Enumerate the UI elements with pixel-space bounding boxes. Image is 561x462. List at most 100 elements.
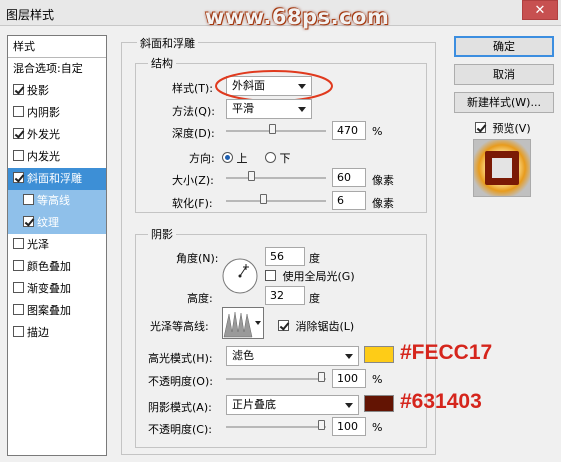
window-title: 图层样式 (6, 8, 55, 22)
highlight-color-swatch[interactable] (364, 346, 394, 363)
shadow-color-annotation: #631403 (400, 390, 482, 413)
anti-alias-checkbox[interactable] (278, 320, 289, 331)
altitude-unit: 度 (309, 292, 320, 305)
gloss-contour-label: 光泽等高线: (150, 320, 209, 333)
chevron-down-icon (345, 354, 353, 359)
direction-label: 方向: (189, 152, 215, 165)
style-item-label: 描边 (27, 326, 49, 339)
styles-list-item[interactable]: 混合选项:自定 (8, 58, 106, 80)
highlight-opacity-track (226, 378, 326, 380)
style-item-label: 混合选项:自定 (13, 62, 83, 75)
direction-up-option[interactable]: 上 (222, 150, 248, 166)
styles-list-item[interactable]: 纹理 (8, 212, 106, 234)
soften-slider-track (226, 200, 326, 202)
shadow-opacity-input[interactable]: 100 (332, 417, 366, 436)
shadow-opacity-slider[interactable] (226, 420, 326, 430)
styles-list-item[interactable]: 图案叠加 (8, 300, 106, 322)
style-checkbox[interactable] (13, 260, 24, 271)
close-button[interactable]: ✕ (522, 0, 558, 20)
style-item-label: 外发光 (27, 128, 60, 141)
size-slider-thumb[interactable] (248, 171, 255, 181)
styles-list: 样式 混合选项:自定 投影 内阴影 外发光 内发光 斜面和浮雕 等高线 纹理 光泽 颜色叠加 渐变叠… (7, 35, 107, 456)
highlight-opacity-input[interactable]: 100 (332, 369, 366, 388)
style-label: 样式(T): (172, 82, 214, 95)
global-light-checkbox[interactable] (265, 270, 276, 281)
styles-list-item[interactable]: 等高线 (8, 190, 106, 212)
highlight-opacity-unit: % (372, 373, 383, 386)
anti-alias-option[interactable]: 消除锯齿(L) (278, 318, 354, 334)
styles-list-item[interactable]: 渐变叠加 (8, 278, 106, 300)
size-slider-track (226, 177, 326, 179)
global-light-option[interactable]: 使用全局光(G) (265, 268, 355, 284)
technique-select-value: 平滑 (232, 102, 254, 115)
styles-list-item[interactable]: 内阴影 (8, 102, 106, 124)
angle-unit: 度 (309, 252, 320, 265)
highlight-mode-select[interactable]: 滤色 (226, 346, 359, 366)
style-checkbox[interactable] (13, 106, 24, 117)
style-item-label: 图案叠加 (27, 304, 71, 317)
ok-button[interactable]: 确定 (454, 36, 554, 57)
soften-slider[interactable] (226, 194, 326, 204)
soften-slider-thumb[interactable] (260, 194, 267, 204)
styles-list-item[interactable]: 外发光 (8, 124, 106, 146)
gloss-contour-picker[interactable] (222, 307, 264, 339)
shadow-mode-label: 阴影模式(A): (148, 401, 212, 414)
style-checkbox[interactable] (13, 172, 24, 183)
chevron-down-icon (345, 403, 353, 408)
preview-checkbox[interactable] (475, 122, 486, 133)
contour-preview-icon (223, 308, 253, 338)
direction-down-radio[interactable] (265, 152, 276, 163)
style-checkbox[interactable] (13, 128, 24, 139)
soften-unit: 像素 (372, 197, 394, 210)
styles-list-item[interactable]: 光泽 (8, 234, 106, 256)
style-checkbox[interactable] (13, 150, 24, 161)
depth-unit: % (372, 125, 383, 138)
direction-up-label: 上 (236, 152, 248, 165)
direction-down-option[interactable]: 下 (265, 150, 291, 166)
shading-group (135, 234, 427, 448)
altitude-label: 高度: (187, 292, 213, 305)
style-checkbox[interactable] (13, 326, 24, 337)
shadow-opacity-track (226, 426, 326, 428)
depth-slider[interactable] (226, 124, 326, 134)
size-slider[interactable] (226, 171, 326, 181)
cancel-button[interactable]: 取消 (454, 64, 554, 85)
soften-input[interactable]: 6 (332, 191, 366, 210)
style-checkbox[interactable] (13, 304, 24, 315)
size-input[interactable]: 60 (332, 168, 366, 187)
depth-slider-track (226, 130, 326, 132)
style-checkbox[interactable] (13, 238, 24, 249)
styles-list-item[interactable]: 斜面和浮雕 (8, 168, 106, 190)
shadow-opacity-thumb[interactable] (318, 420, 325, 430)
styles-list-item[interactable]: 内发光 (8, 146, 106, 168)
angle-input[interactable]: 56 (265, 247, 305, 266)
preview-option[interactable]: 预览(V) (475, 120, 531, 136)
styles-list-item[interactable]: 颜色叠加 (8, 256, 106, 278)
style-item-label: 斜面和浮雕 (27, 172, 82, 185)
technique-select[interactable]: 平滑 (226, 99, 312, 119)
angle-dial[interactable] (221, 257, 259, 295)
styles-list-item[interactable]: 描边 (8, 322, 106, 344)
styles-list-item[interactable]: 投影 (8, 80, 106, 102)
shadow-color-swatch[interactable] (364, 395, 394, 412)
highlight-mode-value: 滤色 (232, 349, 254, 362)
bevel-emboss-title: 斜面和浮雕 (137, 35, 198, 51)
style-checkbox[interactable] (23, 194, 34, 205)
new-style-button[interactable]: 新建样式(W)... (454, 92, 554, 113)
style-checkbox[interactable] (13, 84, 24, 95)
size-unit: 像素 (372, 174, 394, 187)
depth-slider-thumb[interactable] (269, 124, 276, 134)
shadow-mode-select[interactable]: 正片叠底 (226, 395, 359, 415)
depth-input[interactable]: 470 (332, 121, 366, 140)
style-checkbox[interactable] (23, 216, 34, 227)
style-checkbox[interactable] (13, 282, 24, 293)
highlight-opacity-thumb[interactable] (318, 372, 325, 382)
watermark: www.68ps.com (205, 5, 390, 29)
style-item-label: 内发光 (27, 150, 60, 163)
altitude-input[interactable]: 32 (265, 286, 305, 305)
style-item-label: 等高线 (37, 194, 70, 207)
shadow-opacity-unit: % (372, 421, 383, 434)
highlight-opacity-slider[interactable] (226, 372, 326, 382)
direction-up-radio[interactable] (222, 152, 233, 163)
chevron-down-icon (255, 321, 261, 325)
